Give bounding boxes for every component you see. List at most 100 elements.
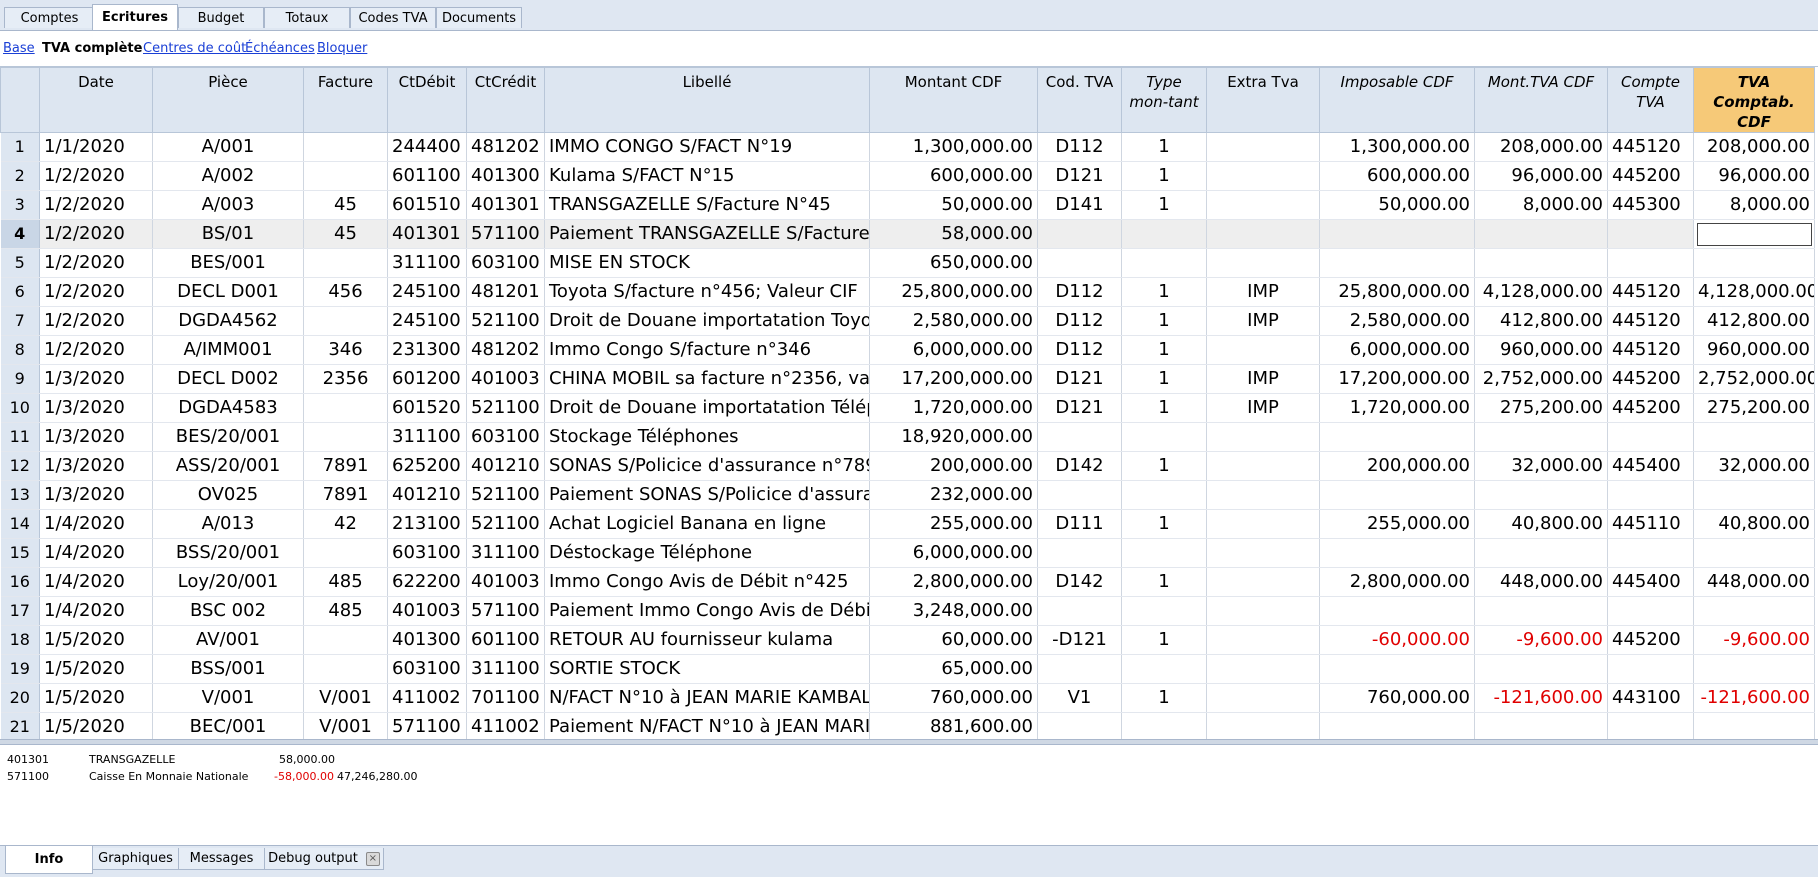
tab-debug-output[interactable]: Debug output × — [264, 848, 384, 870]
row-number[interactable]: 2 — [0, 161, 40, 191]
cell-cod-tva[interactable]: D112 — [1037, 277, 1122, 307]
cell-facture[interactable]: V/001 — [303, 683, 388, 713]
row-number[interactable]: 20 — [0, 683, 40, 713]
row-number[interactable]: 16 — [0, 567, 40, 597]
tab-budget[interactable]: Budget — [178, 7, 264, 28]
cell-date[interactable]: 1/3/2020 — [39, 480, 153, 510]
cell-cod-tva[interactable]: D121 — [1037, 161, 1122, 191]
cell-ctcredit[interactable]: 571100 — [466, 596, 545, 626]
cell-piece[interactable]: AV/001 — [152, 625, 304, 655]
cell-type-montant[interactable]: 1 — [1121, 683, 1207, 713]
cell-compte-tva[interactable]: 443100 — [1607, 683, 1694, 713]
cell-ctcredit[interactable]: 521100 — [466, 509, 545, 539]
cell-libelle[interactable]: Immo Congo Avis de Débit n°425 — [544, 567, 870, 597]
cell-extra-tva[interactable] — [1206, 451, 1320, 481]
cell-extra-tva[interactable] — [1206, 625, 1320, 655]
cell-type-montant[interactable] — [1121, 596, 1207, 626]
cell-facture[interactable] — [303, 422, 388, 452]
cell-piece[interactable]: A/IMM001 — [152, 335, 304, 365]
cell-compte-tva[interactable] — [1607, 219, 1694, 249]
header-mont-tva[interactable]: Mont.TVA CDF — [1474, 67, 1608, 133]
cell-cod-tva[interactable] — [1037, 480, 1122, 510]
cell-ctcredit[interactable]: 521100 — [466, 480, 545, 510]
row-number[interactable]: 19 — [0, 654, 40, 684]
row-number[interactable]: 5 — [0, 248, 40, 278]
cell-imposable[interactable]: 255,000.00 — [1319, 509, 1475, 539]
cell-imposable[interactable] — [1319, 654, 1475, 684]
row-number[interactable]: 18 — [0, 625, 40, 655]
cell-date[interactable]: 1/2/2020 — [39, 277, 153, 307]
cell-ctdebit[interactable]: 231300 — [387, 335, 467, 365]
cell-date[interactable]: 1/5/2020 — [39, 625, 153, 655]
header-piece[interactable]: Pièce — [152, 67, 304, 133]
cell-mont-tva[interactable]: 448,000.00 — [1474, 567, 1608, 597]
cell-imposable[interactable]: 760,000.00 — [1319, 683, 1475, 713]
cell-ctcredit[interactable]: 311100 — [466, 538, 545, 568]
cell-mont-tva[interactable]: 4,128,000.00 — [1474, 277, 1608, 307]
cell-date[interactable]: 1/3/2020 — [39, 451, 153, 481]
cell-libelle[interactable]: IMMO CONGO S/FACT N°19 — [544, 132, 870, 162]
table-row[interactable]: 18 1/5/2020 AV/001 401300 601100 RETOUR AU fo… — [0, 625, 1815, 655]
cell-compte-tva[interactable] — [1607, 654, 1694, 684]
cell-cod-tva[interactable] — [1037, 248, 1122, 278]
cell-piece[interactable]: DGDA4583 — [152, 393, 304, 423]
cell-date[interactable]: 1/2/2020 — [39, 190, 153, 220]
cell-compte-tva[interactable] — [1607, 480, 1694, 510]
cell-imposable[interactable]: 2,580,000.00 — [1319, 306, 1475, 336]
cell-ctcredit[interactable]: 603100 — [466, 248, 545, 278]
row-number[interactable]: 8 — [0, 335, 40, 365]
cell-mont-tva[interactable]: 412,800.00 — [1474, 306, 1608, 336]
cell-montant[interactable]: 60,000.00 — [869, 625, 1038, 655]
cell-libelle[interactable]: Droit de Douane importatation Toyota — [544, 306, 870, 336]
cell-mont-tva[interactable]: -121,600.00 — [1474, 683, 1608, 713]
cell-mont-tva[interactable]: 8,000.00 — [1474, 190, 1608, 220]
view-link-base[interactable]: Base — [3, 41, 35, 56]
cell-montant[interactable]: 65,000.00 — [869, 654, 1038, 684]
cell-tva-comptab[interactable]: 448,000.00 — [1693, 567, 1815, 597]
cell-libelle[interactable]: Kulama S/FACT N°15 — [544, 161, 870, 191]
cell-tva-comptab[interactable]: 4,128,000.00 — [1693, 277, 1815, 307]
cell-montant[interactable]: 50,000.00 — [869, 190, 1038, 220]
cell-libelle[interactable]: Stockage Téléphones — [544, 422, 870, 452]
cell-cod-tva[interactable] — [1037, 219, 1122, 249]
cell-tva-comptab[interactable] — [1693, 219, 1815, 249]
cell-date[interactable]: 1/3/2020 — [39, 393, 153, 423]
cell-mont-tva[interactable]: 275,200.00 — [1474, 393, 1608, 423]
cell-ctdebit[interactable]: 411002 — [387, 683, 467, 713]
cell-piece[interactable]: ASS/20/001 — [152, 451, 304, 481]
cell-compte-tva[interactable]: 445120 — [1607, 306, 1694, 336]
tab-totaux[interactable]: Totaux — [264, 7, 350, 28]
transactions-grid[interactable]: Date Pièce Facture CtDébit CtCrédit Libe… — [0, 66, 1818, 740]
cell-compte-tva[interactable]: 445200 — [1607, 393, 1694, 423]
cell-mont-tva[interactable]: 960,000.00 — [1474, 335, 1608, 365]
cell-type-montant[interactable] — [1121, 712, 1207, 740]
header-extra-tva[interactable]: Extra Tva — [1206, 67, 1320, 133]
cell-facture[interactable] — [303, 132, 388, 162]
cell-ctdebit[interactable]: 601200 — [387, 364, 467, 394]
row-number[interactable]: 7 — [0, 306, 40, 336]
header-libelle[interactable]: Libellé — [544, 67, 870, 133]
header-imposable[interactable]: Imposable CDF — [1319, 67, 1475, 133]
cell-mont-tva[interactable] — [1474, 219, 1608, 249]
cell-libelle[interactable]: Paiement N/FACT N°10 à JEAN MARIE — [544, 712, 870, 740]
cell-tva-comptab[interactable] — [1693, 422, 1815, 452]
cell-montant[interactable]: 1,720,000.00 — [869, 393, 1038, 423]
cell-tva-comptab[interactable]: 208,000.00 — [1693, 132, 1815, 162]
cell-montant[interactable]: 6,000,000.00 — [869, 335, 1038, 365]
table-row[interactable]: 20 1/5/2020 V/001 V/001 411002 701100 N/FACT N… — [0, 683, 1815, 713]
cell-facture[interactable] — [303, 161, 388, 191]
cell-ctdebit[interactable]: 401301 — [387, 219, 467, 249]
cell-facture[interactable] — [303, 306, 388, 336]
cell-cod-tva[interactable] — [1037, 596, 1122, 626]
cell-extra-tva[interactable] — [1206, 161, 1320, 191]
cell-ctcredit[interactable]: 521100 — [466, 393, 545, 423]
cell-type-montant[interactable]: 1 — [1121, 625, 1207, 655]
cell-tva-comptab[interactable] — [1693, 480, 1815, 510]
tab-messages[interactable]: Messages — [178, 848, 265, 870]
cell-montant[interactable]: 2,580,000.00 — [869, 306, 1038, 336]
cell-extra-tva[interactable] — [1206, 219, 1320, 249]
cell-cod-tva[interactable]: D111 — [1037, 509, 1122, 539]
table-row[interactable]: 5 1/2/2020 BES/001 311100 603100 MISE EN STOC… — [0, 248, 1815, 278]
cell-mont-tva[interactable]: 2,752,000.00 — [1474, 364, 1608, 394]
cell-ctdebit[interactable]: 245100 — [387, 277, 467, 307]
